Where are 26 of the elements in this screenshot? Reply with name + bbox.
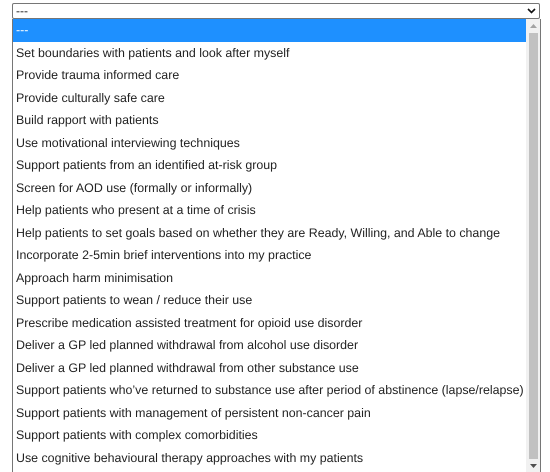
- dropdown-option[interactable]: Help patients who present at a time of crisis: [13, 199, 526, 222]
- dropdown-option[interactable]: Support patients to wean / reduce their use: [13, 289, 526, 312]
- dropdown-option[interactable]: Support patients from an identified at-risk group: [13, 154, 526, 176]
- dropdown-option[interactable]: Provide trauma informed care: [13, 64, 526, 86]
- scroll-up-icon[interactable]: [530, 24, 536, 28]
- scrollbar-thumb[interactable]: [528, 33, 538, 459]
- scrollbar[interactable]: [526, 19, 540, 472]
- dropdown-option[interactable]: Support patients with complex comorbidities: [13, 424, 526, 446]
- dropdown-option[interactable]: Approach harm minimisation: [13, 266, 526, 289]
- dropdown-option[interactable]: Build rapport with patients: [13, 109, 526, 132]
- dropdown-option[interactable]: Use cognitive behavioural therapy approaches with my patients: [13, 446, 526, 469]
- scroll-down-icon[interactable]: [530, 464, 536, 468]
- dropdown-option[interactable]: Set boundaries with patients and look after myself: [13, 42, 526, 64]
- dropdown-option[interactable]: Deliver a GP led planned withdrawal from other substance use: [13, 356, 526, 379]
- dropdown-option[interactable]: Incorporate 2-5min brief interventions into my practice: [13, 244, 526, 266]
- dropdown-option[interactable]: Support patients with management of persistent non-cancer pain: [13, 402, 526, 424]
- chevron-down-icon: [527, 8, 536, 14]
- select-value: ---: [16, 4, 28, 18]
- dropdown-option[interactable]: Screen for AOD use (formally or informally): [13, 176, 526, 199]
- dropdown-option[interactable]: Provide culturally safe care: [13, 86, 526, 109]
- dropdown-option[interactable]: Use motivational interviewing techniques: [13, 132, 526, 154]
- dropdown-option[interactable]: Deliver a GP led planned withdrawal from alcohol use disorder: [13, 334, 526, 356]
- dropdown-select[interactable]: ---: [12, 3, 540, 19]
- dropdown-option[interactable]: Prescribe medication assisted treatment for opioid use disorder: [13, 312, 526, 334]
- dropdown-option[interactable]: Support patients who’ve returned to substance use after period of abstinence (lapse/relapse): [13, 379, 526, 402]
- dropdown-option[interactable]: Help patients to set goals based on whether they are Ready, Willing, and Able to change: [13, 222, 526, 244]
